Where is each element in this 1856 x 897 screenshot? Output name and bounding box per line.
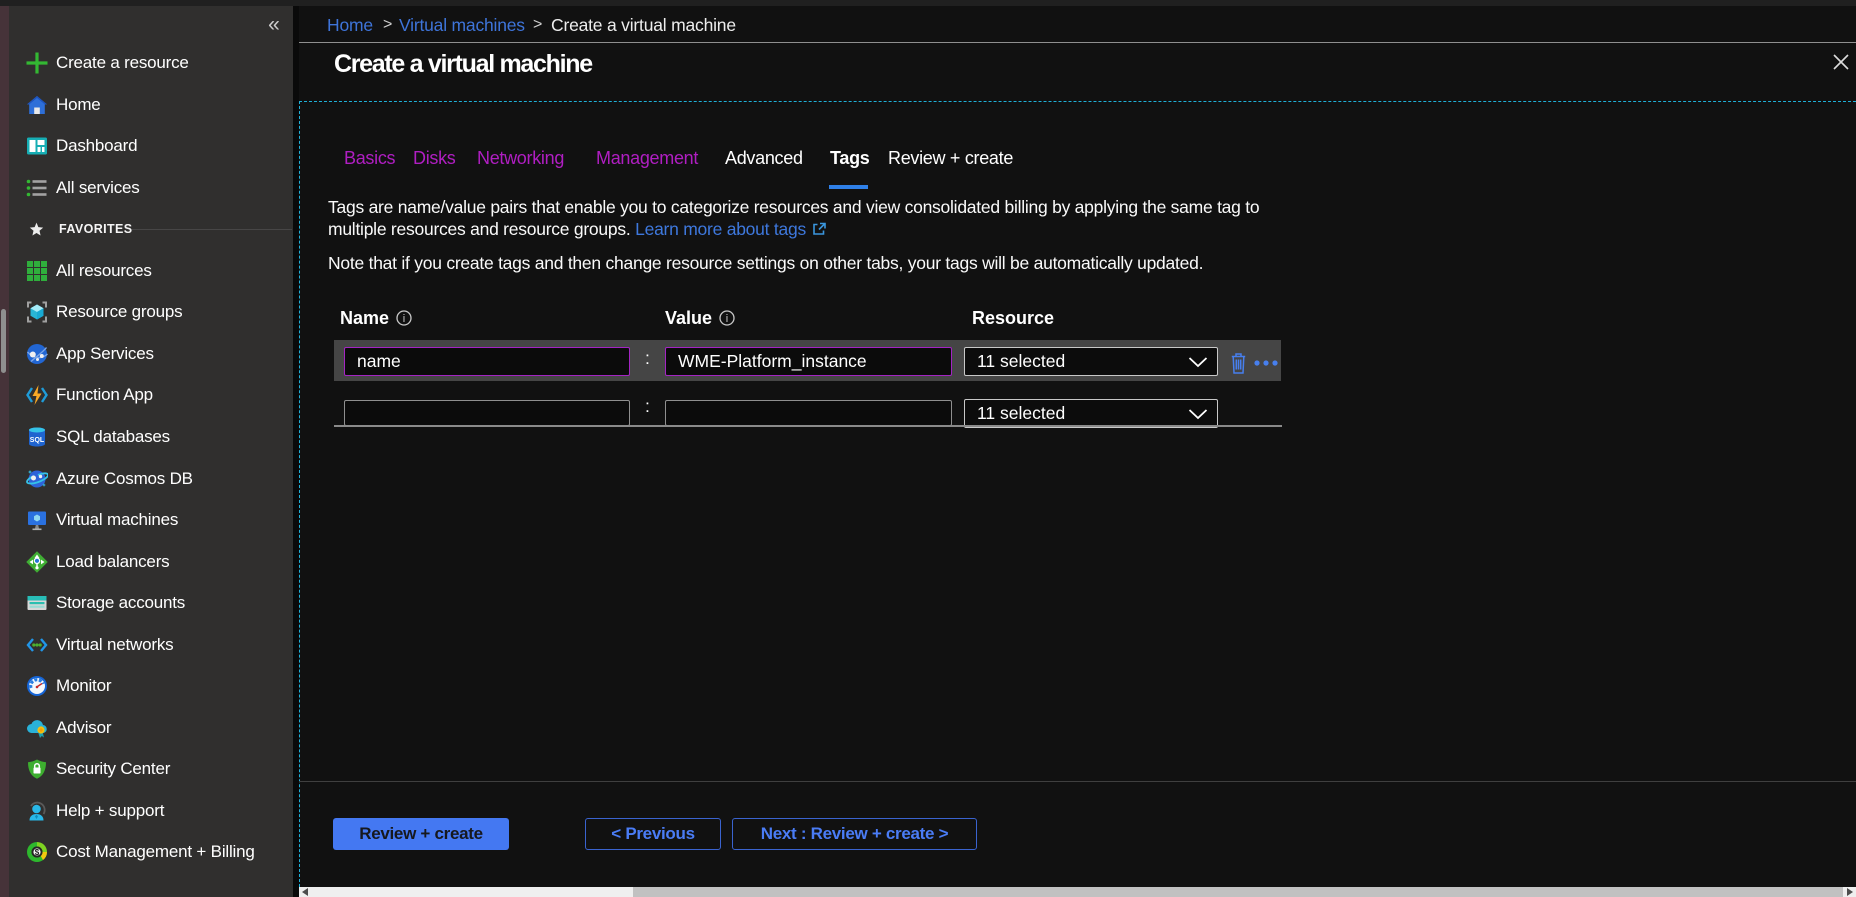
svg-text:i: i — [403, 313, 405, 325]
svg-text:i: i — [726, 313, 728, 325]
svg-text:SQL: SQL — [30, 437, 45, 444]
svg-text:$: $ — [35, 848, 40, 857]
